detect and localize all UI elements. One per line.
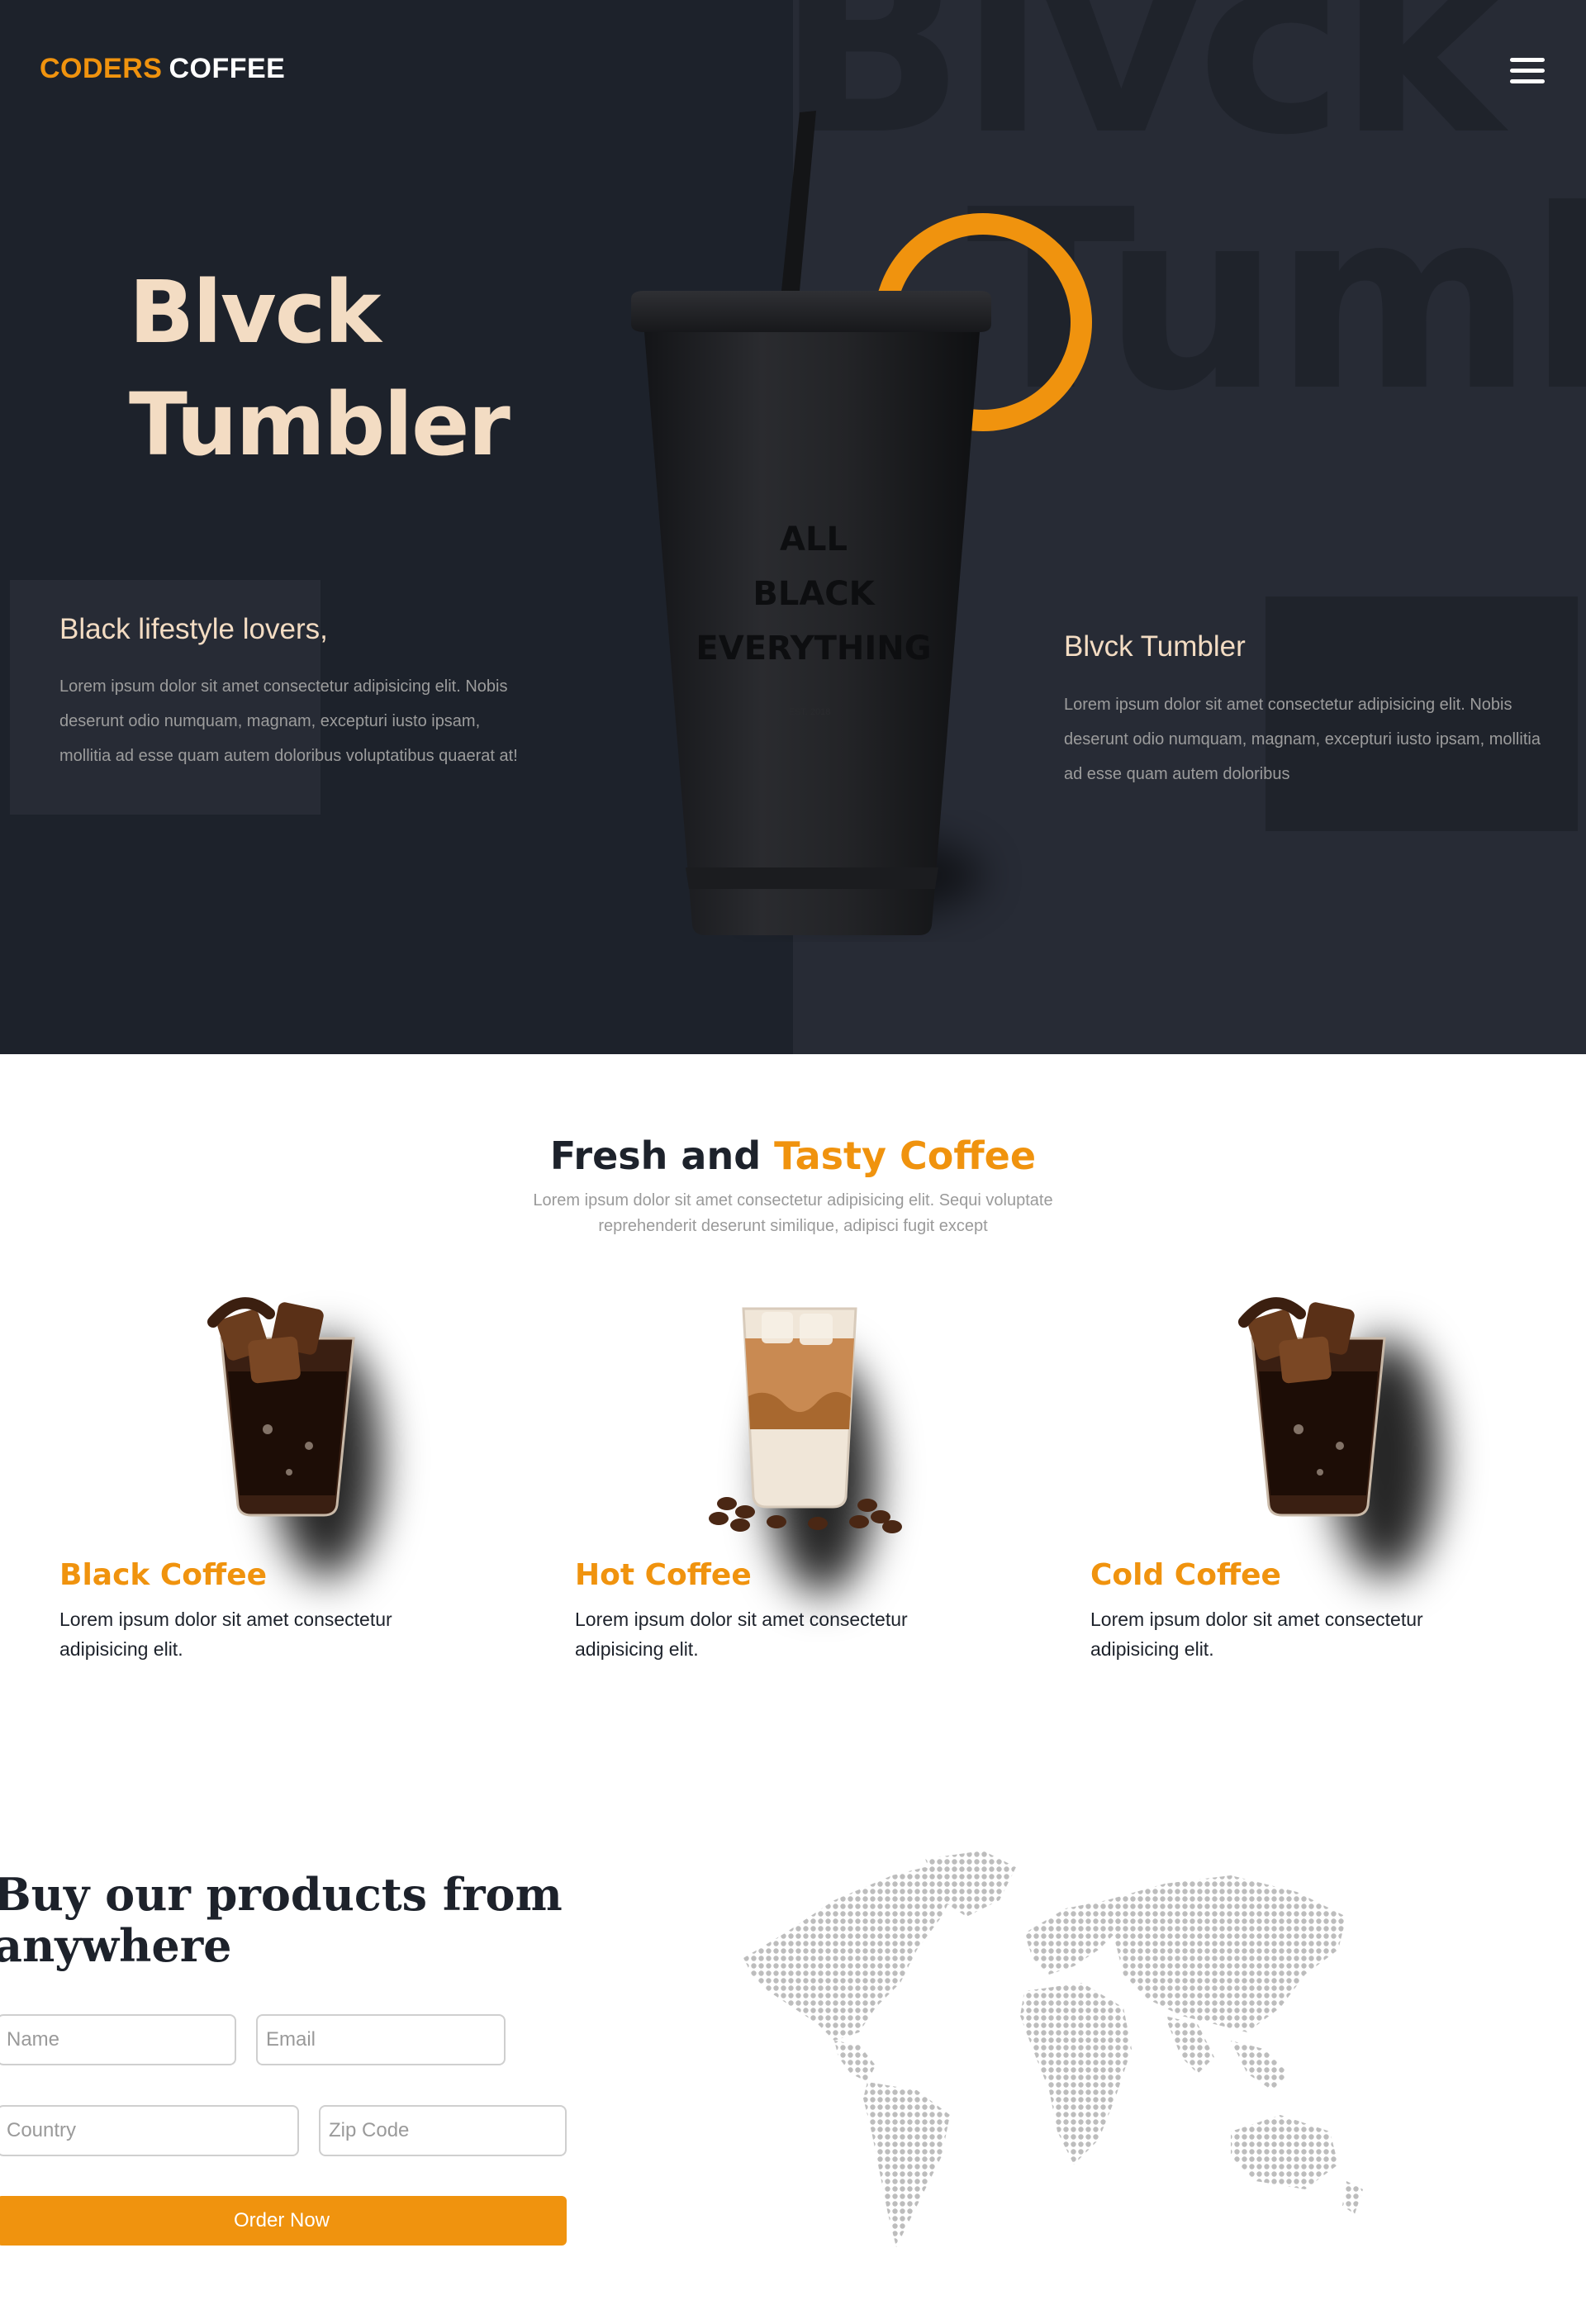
- hero-section: Blvck Tumbler CODERSCOFFEE Blvck Tumbler…: [0, 0, 1586, 1054]
- brand-logo[interactable]: CODERS COFFEE: [40, 53, 285, 85]
- black-coffee-image: [207, 1297, 355, 1517]
- order-now-button[interactable]: Order Now: [0, 2196, 567, 2246]
- brand-name-part2: COFFEE: [169, 53, 286, 84]
- product-text-black-coffee: Lorem ipsum dolor sit amet consectetur a…: [59, 1609, 392, 1660]
- zip-code-field[interactable]: [319, 2105, 567, 2156]
- tumbler-print-line: BLACK: [753, 575, 875, 613]
- email-field[interactable]: [256, 2014, 506, 2065]
- tumbler-est-label: EST. 2018: [788, 707, 831, 717]
- products-title: Fresh and Tasty Coffee: [0, 1133, 1586, 1178]
- cold-coffee-image: [1238, 1297, 1386, 1517]
- product-text-hot-coffee: Lorem ipsum dolor sit amet consectetur a…: [575, 1609, 908, 1660]
- product-title-black-coffee[interactable]: Black Coffee: [59, 1558, 267, 1592]
- hero-title-line2: Tumbler: [129, 374, 510, 475]
- name-field[interactable]: [0, 2014, 236, 2065]
- hamburger-icon[interactable]: [1510, 58, 1545, 84]
- left-card-text: Lorem ipsum dolor sit amet consectetur a…: [59, 677, 518, 765]
- world-map-image: [743, 1851, 1363, 2247]
- hero-title: Blvck Tumbler: [129, 256, 591, 481]
- left-card-title: Black lifestyle lovers,: [59, 613, 328, 645]
- products-subtitle: Lorem ipsum dolor sit amet consectetur a…: [533, 1191, 1053, 1235]
- tumbler-print-line: EVERYTHING: [696, 630, 932, 668]
- country-field[interactable]: [0, 2105, 299, 2156]
- product-title-cold-coffee[interactable]: Cold Coffee: [1090, 1558, 1281, 1592]
- products-title-part1: Fresh and: [549, 1133, 762, 1178]
- product-title-hot-coffee[interactable]: Hot Coffee: [575, 1558, 752, 1592]
- tumbler-print-line: ALL: [780, 520, 848, 558]
- hero-title-line1: Blvck: [129, 262, 382, 363]
- tumbler-print: ALL BLACK EVERYTHING: [694, 512, 933, 676]
- right-card-text: Lorem ipsum dolor sit amet consectetur a…: [1064, 696, 1541, 783]
- right-card-title: Blvck Tumbler: [1064, 630, 1246, 663]
- product-text-cold-coffee: Lorem ipsum dolor sit amet consectetur a…: [1090, 1609, 1423, 1660]
- products-title-part2: Tasty Coffee: [774, 1133, 1037, 1178]
- brand-name-part1: CODERS: [40, 53, 163, 84]
- hot-coffee-image: [709, 1307, 902, 1533]
- order-title: Buy our products from anywhere: [0, 1868, 563, 1972]
